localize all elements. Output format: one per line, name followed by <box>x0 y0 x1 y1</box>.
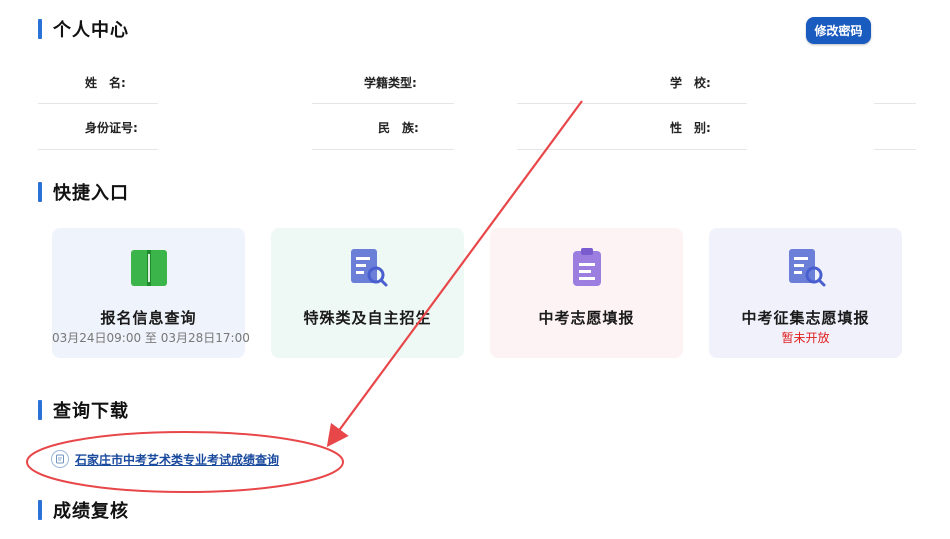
divider <box>38 103 158 104</box>
card-application-fill[interactable]: 中考志愿填报 <box>490 228 683 358</box>
divider <box>874 149 916 150</box>
section-bar <box>38 500 42 520</box>
divider <box>38 149 158 150</box>
divider <box>517 149 747 150</box>
section-title-downloads: 查询下载 <box>53 401 129 422</box>
card-title: 中考征集志愿填报 <box>741 309 870 327</box>
card-title: 中考志愿填报 <box>538 309 635 327</box>
label-enroll-type: 学籍类型: <box>364 76 417 90</box>
divider <box>517 103 747 104</box>
change-password-button[interactable]: 修改密码 <box>806 17 871 44</box>
card-title: 报名信息查询 <box>100 309 197 327</box>
label-gender: 性 别: <box>670 121 711 135</box>
section-title-profile: 个人中心 <box>53 20 129 41</box>
section-bar <box>38 19 42 39</box>
card-special-admission[interactable]: 特殊类及自主招生 <box>271 228 464 358</box>
section-title-shortcuts: 快捷入口 <box>53 183 129 204</box>
document-search-icon <box>788 249 825 287</box>
card-title: 特殊类及自主招生 <box>303 309 432 327</box>
label-school: 学 校: <box>670 76 711 90</box>
card-supplementary-application[interactable]: 中考征集志愿填报 暂未开放 <box>709 228 902 358</box>
card-status: 暂未开放 <box>781 331 830 345</box>
label-id-number: 身份证号: <box>85 121 138 135</box>
book-icon <box>130 250 167 286</box>
card-period: 03月24日09:00 至 03月28日17:00 <box>52 331 250 345</box>
label-ethnicity: 民 族: <box>378 121 419 135</box>
art-exam-score-query-link[interactable]: 石家庄市中考艺术类专业考试成绩查询 <box>51 449 279 469</box>
link-text: 石家庄市中考艺术类专业考试成绩查询 <box>75 452 280 467</box>
section-profile: 个人中心 <box>38 17 129 41</box>
document-icon <box>51 450 69 468</box>
clipboard-icon <box>572 248 601 286</box>
section-downloads: 查询下载 <box>38 398 129 422</box>
label-name: 姓 名: <box>85 76 126 90</box>
divider <box>312 149 454 150</box>
section-bar <box>38 400 42 420</box>
card-registration-query[interactable]: 报名信息查询 03月24日09:00 至 03月28日17:00 <box>52 228 250 358</box>
section-bar <box>38 182 42 202</box>
document-glyph <box>56 454 64 464</box>
divider <box>874 103 916 104</box>
section-shortcuts: 快捷入口 <box>38 180 129 204</box>
section-review: 成绩复核 <box>38 498 129 522</box>
divider <box>312 103 454 104</box>
section-title-review: 成绩复核 <box>53 501 129 522</box>
document-search-icon <box>350 249 387 287</box>
